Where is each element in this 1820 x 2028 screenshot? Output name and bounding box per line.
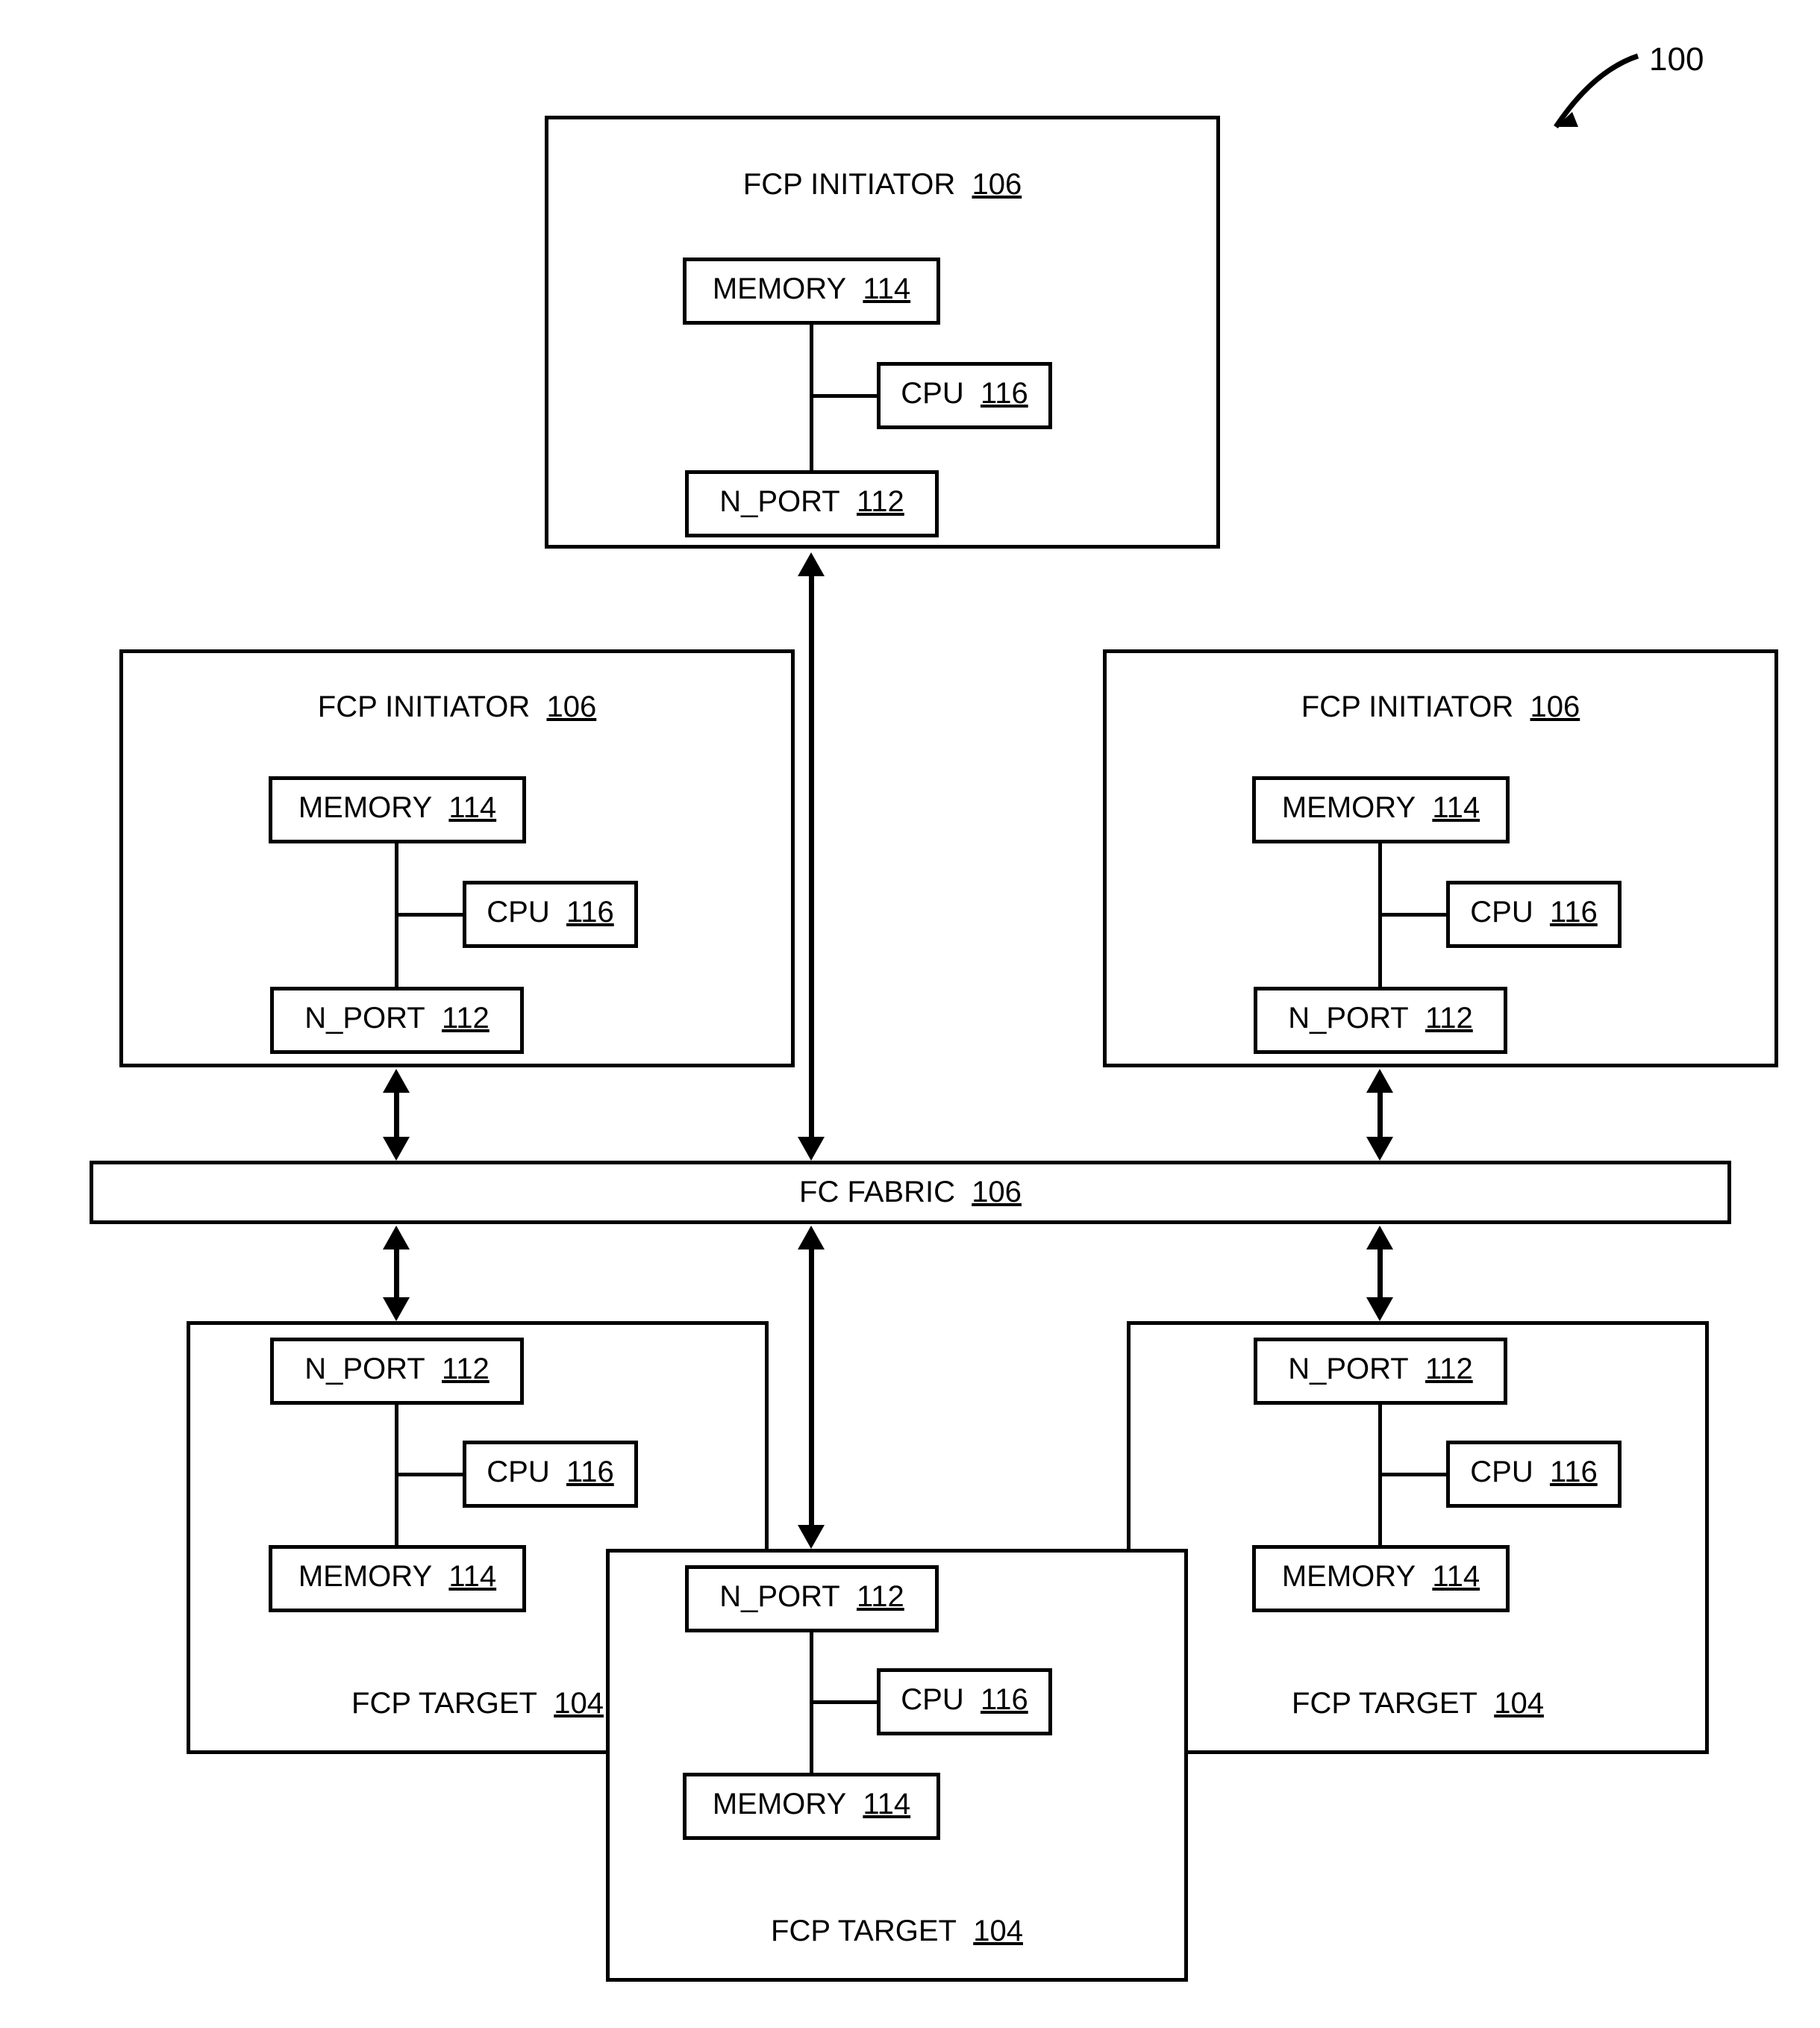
- arrow-line: [1377, 1245, 1383, 1301]
- arrow-line: [809, 571, 814, 1138]
- memory-label: MEMORY 114: [269, 791, 526, 825]
- memory-label: MEMORY 114: [269, 1560, 526, 1594]
- nport-label: N_PORT 112: [685, 485, 939, 519]
- memory-label: MEMORY 114: [1252, 791, 1510, 825]
- connector: [1378, 1473, 1446, 1476]
- connector: [395, 913, 463, 917]
- fcp-initiator-top-title: FCP INITIATOR 106: [545, 168, 1220, 202]
- arrow-line: [394, 1245, 399, 1301]
- arrow-line: [1377, 1086, 1383, 1140]
- connector: [1378, 913, 1446, 917]
- figure-ref-label: 100: [1649, 41, 1704, 78]
- arrow-head-up-icon: [798, 552, 825, 576]
- diagram-canvas: 100 FCP INITIATOR 106 MEMORY 114 CPU 116…: [0, 0, 1820, 2028]
- nport-label: N_PORT 112: [1254, 1002, 1507, 1035]
- arrow-head-up-icon: [383, 1069, 410, 1093]
- fc-fabric-label: FC FABRIC 106: [90, 1176, 1731, 1209]
- nport-label: N_PORT 112: [1254, 1352, 1507, 1386]
- arrow-head-up-icon: [1366, 1226, 1393, 1249]
- fcp-initiator-left-title: FCP INITIATOR 106: [119, 690, 795, 724]
- arrow-head-down-icon: [798, 1525, 825, 1549]
- arrow-head-down-icon: [1366, 1137, 1393, 1161]
- memory-label: MEMORY 114: [683, 1788, 940, 1821]
- arrow-head-down-icon: [383, 1137, 410, 1161]
- connector: [810, 394, 877, 398]
- fcp-target-right-title: FCP TARGET 104: [1127, 1687, 1709, 1720]
- cpu-label: CPU 116: [463, 896, 638, 929]
- cpu-label: CPU 116: [1446, 1456, 1622, 1489]
- arrow-head-up-icon: [383, 1226, 410, 1249]
- nport-label: N_PORT 112: [270, 1352, 524, 1386]
- cpu-label: CPU 116: [877, 1683, 1052, 1717]
- connector: [810, 1700, 877, 1704]
- arrow-head-up-icon: [798, 1226, 825, 1249]
- callout-arrow-icon: [1526, 52, 1645, 142]
- cpu-label: CPU 116: [463, 1456, 638, 1489]
- arrow-head-up-icon: [1366, 1069, 1393, 1093]
- cpu-label: CPU 116: [1446, 896, 1622, 929]
- nport-label: N_PORT 112: [685, 1580, 939, 1614]
- cpu-label: CPU 116: [877, 377, 1052, 411]
- fcp-target-center-title: FCP TARGET 104: [606, 1915, 1188, 1948]
- nport-label: N_PORT 112: [270, 1002, 524, 1035]
- arrow-head-down-icon: [383, 1297, 410, 1321]
- arrow-line: [394, 1086, 399, 1140]
- fcp-initiator-right-title: FCP INITIATOR 106: [1103, 690, 1778, 724]
- memory-label: MEMORY 114: [1252, 1560, 1510, 1594]
- memory-label: MEMORY 114: [683, 272, 940, 306]
- arrow-head-down-icon: [798, 1137, 825, 1161]
- connector: [395, 1473, 463, 1476]
- arrow-head-down-icon: [1366, 1297, 1393, 1321]
- arrow-line: [809, 1245, 814, 1529]
